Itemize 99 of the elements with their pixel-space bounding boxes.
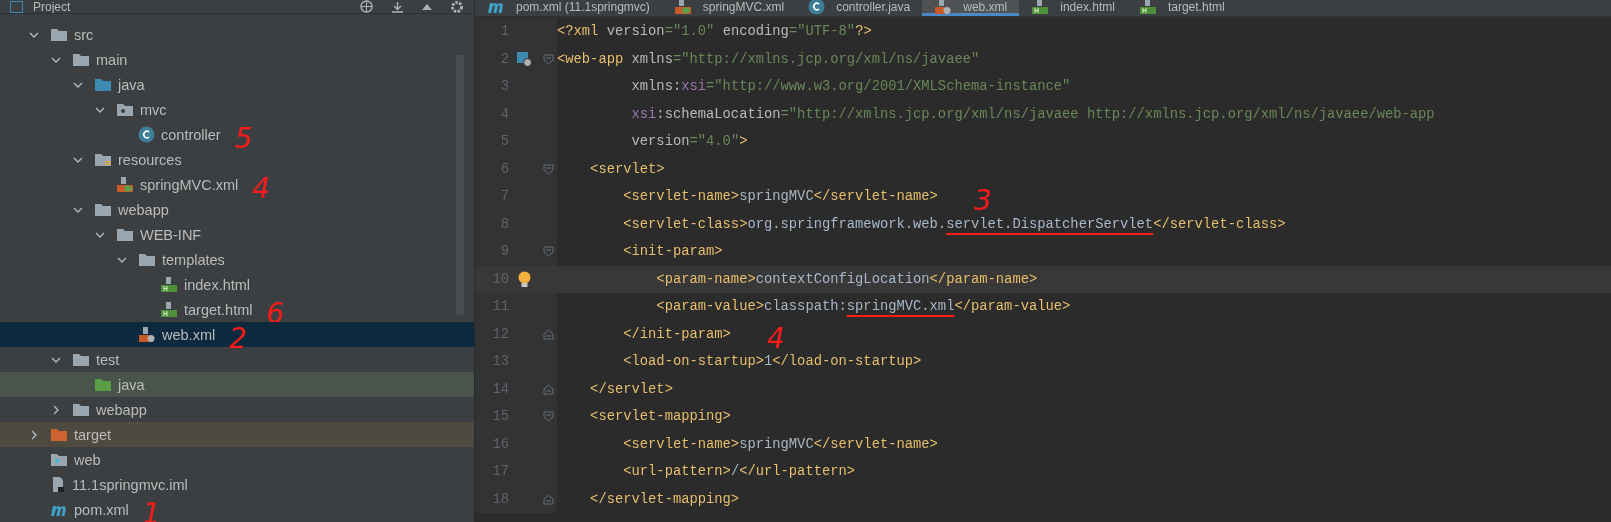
html-file-icon — [160, 301, 178, 318]
code-line: </servlet> — [589, 380, 673, 399]
folder-icon — [94, 77, 112, 92]
fold-marker-icon[interactable] — [542, 163, 554, 175]
file-name: controller — [161, 126, 221, 143]
locate-icon[interactable] — [360, 0, 373, 13]
folder-icon — [72, 52, 90, 67]
code-line: </init-param> — [622, 325, 731, 344]
editor-tab[interactable]: pom.xml (11.1springmvc) — [475, 0, 662, 16]
tree-item[interactable]: java — [0, 372, 474, 397]
xml-file-icon — [138, 326, 156, 343]
tree-item[interactable]: index.html — [0, 272, 474, 297]
code-line: version="4.0"> — [630, 133, 748, 152]
code-line: <servlet-class>org.springframework.web.servlet.DispatcherServlet</servlet-class> — [622, 215, 1286, 234]
settings-icon[interactable] — [450, 0, 464, 13]
code-line: <load-on-startup>1</load-on-startup> — [622, 353, 922, 372]
file-name: web — [74, 451, 101, 468]
file-name: webapp — [96, 401, 147, 418]
fold-marker-icon[interactable] — [542, 246, 554, 258]
html-file-icon — [1031, 0, 1050, 15]
tree-item[interactable]: main — [0, 47, 474, 72]
editor-tab[interactable]: controller.java — [796, 0, 923, 16]
folder-icon — [116, 102, 134, 117]
tree-item[interactable]: src — [0, 22, 474, 47]
folder-icon — [50, 427, 68, 442]
fold-marker-icon[interactable] — [542, 383, 554, 395]
fold-marker-icon[interactable] — [542, 493, 554, 505]
folder-icon — [116, 227, 134, 242]
tree-item[interactable]: target — [0, 422, 474, 447]
folder-icon — [94, 152, 112, 167]
tree-item[interactable]: web.xml 2 — [0, 322, 474, 347]
panel-icon — [10, 0, 23, 13]
tree-item[interactable]: WEB-INF — [0, 222, 474, 247]
xml-file-icon — [673, 0, 692, 15]
file-name: WEB-INF — [140, 226, 202, 243]
file-name: resources — [118, 151, 182, 168]
code-line: <param-value>classpath:springMVC.xml</param-value> — [655, 298, 1071, 317]
handwritten-number: 3 — [973, 188, 992, 214]
file-name: index.html — [184, 276, 251, 293]
file-name: springMVC.xml — [140, 176, 239, 193]
file-name: mvc — [140, 101, 167, 118]
tree-item[interactable]: java — [0, 72, 474, 97]
tree-item[interactable]: mvc — [0, 97, 474, 122]
file-name: src — [74, 26, 94, 43]
folder-icon — [50, 27, 68, 42]
code-line: <?xml version="1.0" encoding="UTF-8"?> — [557, 23, 872, 42]
file-name: webapp — [118, 201, 169, 218]
folder-icon — [138, 252, 156, 267]
lightbulb-icon[interactable] — [517, 270, 531, 288]
handwritten-number: 4 — [766, 325, 785, 351]
code-line: <param-name>contextConfigLocation</param-name> — [655, 270, 1038, 289]
xml-file-icon — [116, 176, 134, 193]
code-line: </servlet-mapping> — [589, 490, 740, 509]
class-icon — [138, 126, 155, 143]
folder-icon — [72, 352, 90, 367]
file-name: 11.1springmvc.iml — [72, 476, 188, 493]
file-name: java — [118, 376, 145, 393]
maven-m-icon — [487, 0, 505, 14]
file-name: java — [118, 76, 145, 93]
file-name: target.html — [184, 301, 253, 318]
code-line: <servlet-name>springMVC</servlet-name> — [622, 188, 938, 207]
file-name: web.xml — [162, 326, 216, 343]
code-line: <servlet> — [589, 160, 665, 179]
tree-item[interactable]: webapp — [0, 397, 474, 422]
folder-icon — [72, 402, 90, 417]
fold-marker-icon[interactable] — [542, 328, 554, 340]
class-icon — [808, 0, 826, 15]
code-line: <servlet-mapping> — [589, 408, 731, 427]
file-name: main — [96, 51, 128, 68]
panel-title[interactable]: Project — [33, 0, 71, 13]
tree-item[interactable]: 11.1springmvc.iml — [0, 472, 474, 497]
code-line: <url-pattern>/</url-pattern> — [622, 463, 856, 482]
file-name: test — [96, 351, 120, 368]
code-line: <init-param> — [622, 243, 723, 262]
file-name: templates — [162, 251, 225, 268]
folder-icon — [94, 377, 112, 392]
code-line: <servlet-name>springMVC</servlet-name> — [622, 435, 938, 454]
collapse-icon[interactable] — [391, 0, 404, 13]
fold-marker-icon[interactable] — [542, 53, 554, 65]
code-line: xmlns:xsi="http://www.w3.org/2001/XMLSchema-instance" — [630, 78, 1071, 97]
up-icon[interactable] — [422, 3, 432, 10]
code-line: <web-app xmlns="http://xmlns.jcp.org/xml/ns/javaee" — [557, 50, 980, 69]
file-name: target — [74, 426, 112, 443]
html-file-icon — [1138, 0, 1157, 15]
file-icon — [50, 476, 66, 493]
editor-tab[interactable]: target.html — [1126, 0, 1237, 16]
fold-marker-icon[interactable] — [542, 411, 554, 423]
tree-item[interactable]: templates — [0, 247, 474, 272]
file-name: pom.xml — [74, 501, 129, 518]
code-line: xsi:schemaLocation="http://xmlns.jcp.org/xml/ns/javaee http://xmlns.jcp.org/xml/ns/javaee/web-app — [630, 105, 1435, 124]
web-descriptor-icon[interactable] — [516, 51, 532, 67]
editor-tab[interactable]: index.html — [1019, 0, 1127, 16]
editor-tab[interactable]: springMVC.xml — [661, 0, 797, 16]
editor-tab[interactable]: web.xml — [922, 0, 1020, 16]
xml-file-icon — [934, 0, 953, 15]
tree-item[interactable]: web — [0, 447, 474, 472]
folder-icon — [94, 202, 112, 217]
folder-icon — [50, 452, 68, 467]
html-file-icon — [160, 276, 178, 293]
